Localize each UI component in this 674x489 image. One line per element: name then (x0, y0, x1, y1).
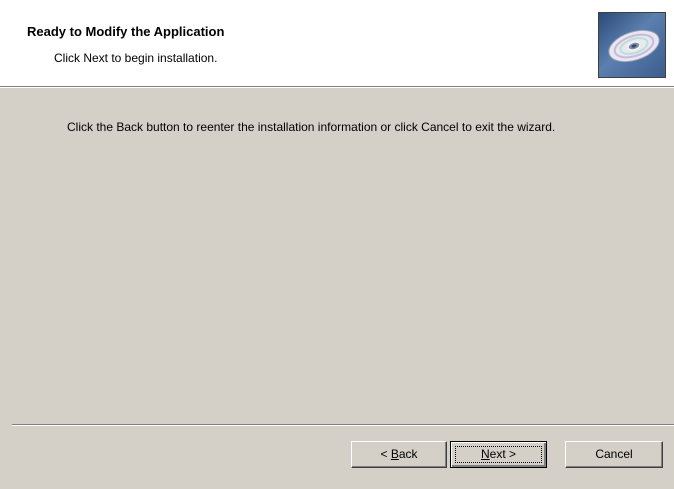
next-button[interactable]: Next > (450, 441, 547, 468)
wizard-step-title: Ready to Modify the Application (27, 24, 225, 39)
back-button-prefix: < (380, 447, 391, 461)
back-button-rest: ack (398, 447, 418, 461)
cancel-button[interactable]: Cancel (565, 441, 663, 468)
wizard-instruction-text: Click the Back button to reenter the ins… (67, 120, 556, 134)
next-button-label: Next > (481, 447, 516, 461)
back-button-label: < Back (380, 447, 417, 461)
footer-separator (12, 424, 674, 426)
header-separator (0, 86, 674, 88)
next-button-mnemonic: N (480, 447, 490, 461)
cancel-button-label: Cancel (595, 447, 633, 461)
installation-cd-icon (598, 12, 666, 78)
installer-wizard-dialog: Ready to Modify the Application Click Ne… (0, 0, 674, 489)
back-button-mnemonic: B (390, 447, 399, 461)
wizard-step-subtitle: Click Next to begin installation. (54, 51, 218, 65)
next-button-rest: ext > (489, 447, 517, 461)
wizard-header-banner: Ready to Modify the Application Click Ne… (0, 0, 674, 86)
back-button[interactable]: < Back (351, 441, 447, 468)
